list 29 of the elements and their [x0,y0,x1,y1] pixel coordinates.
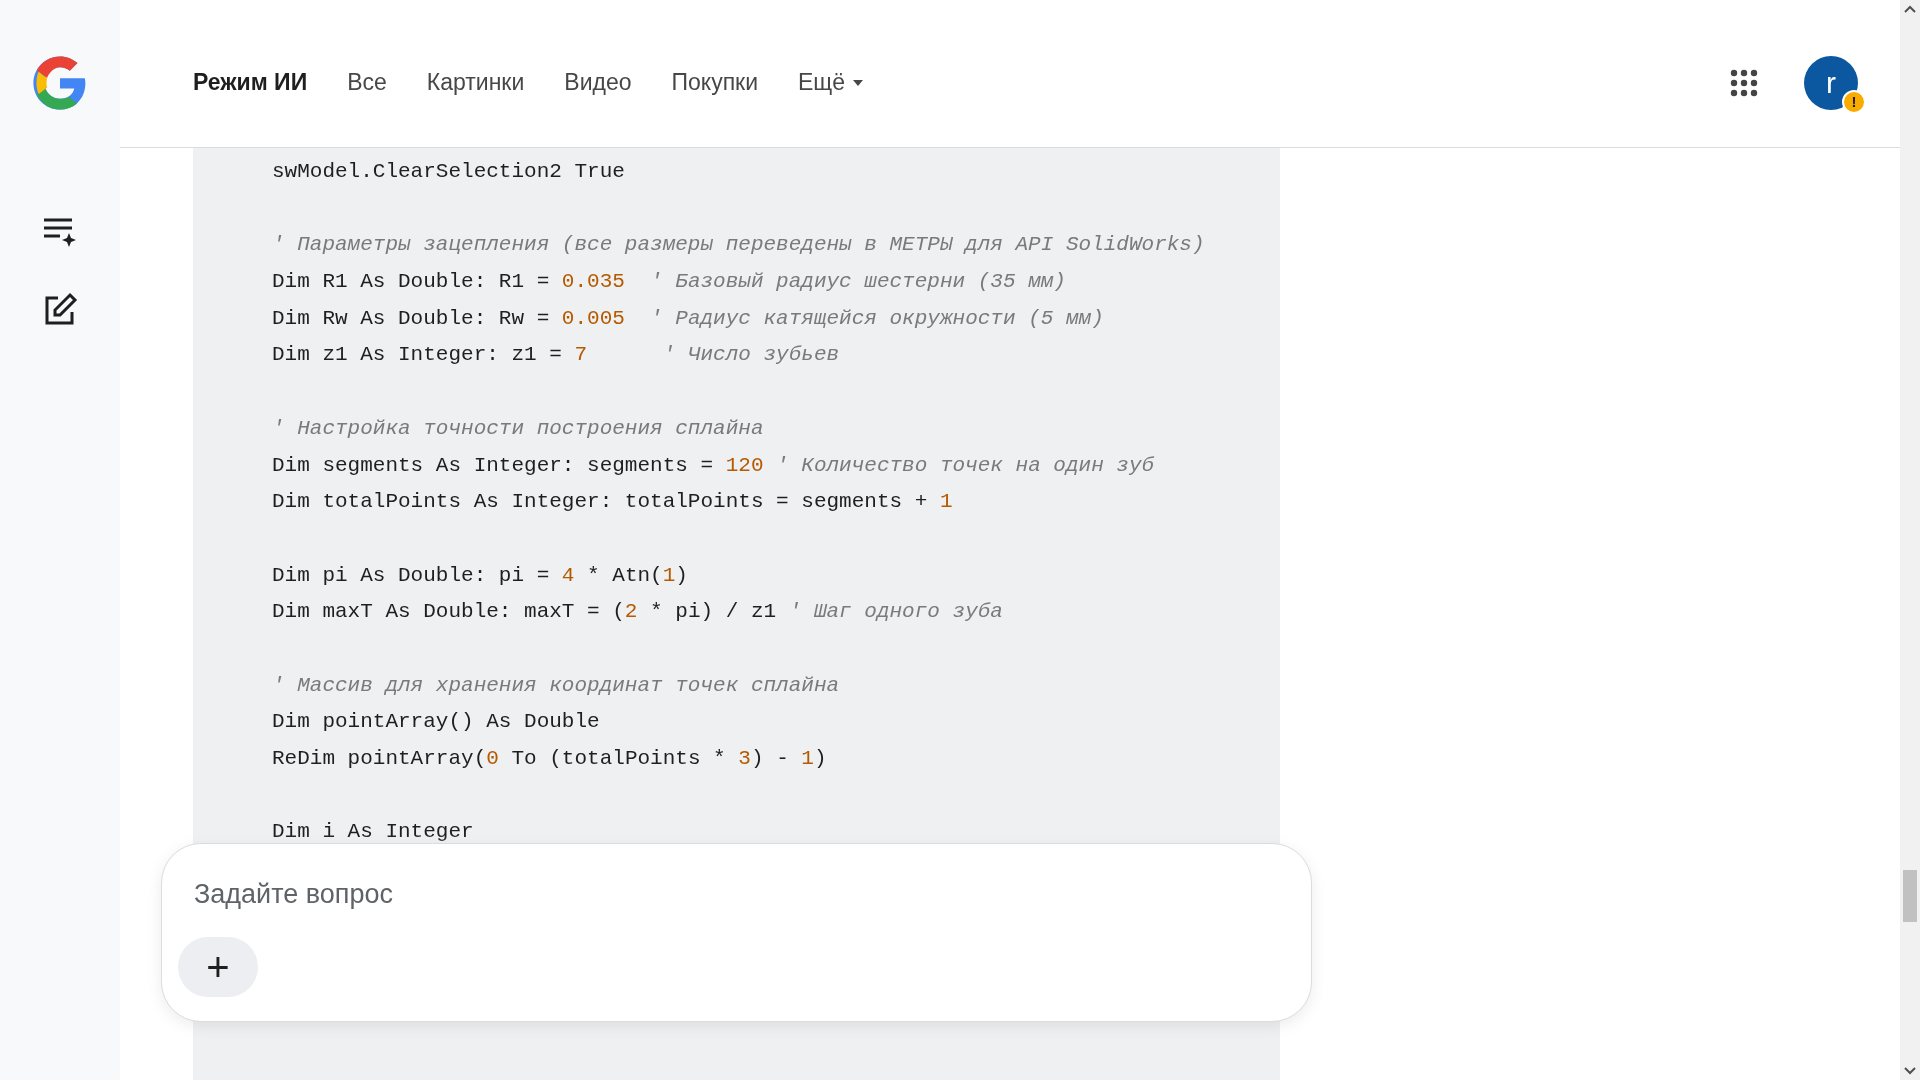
code-line: swModel.ClearSelection2 True [272,159,626,185]
nav-tab[interactable]: Ещё [798,65,864,100]
nav-tab[interactable]: Режим ИИ [193,65,308,100]
apps-grid-icon[interactable] [1730,68,1758,97]
caret-icon [853,79,864,86]
code-line: Dim pi As Double: pi = 4 * Atn(1) [272,562,689,589]
list-sparkle-icon[interactable] [42,216,78,248]
code-line: Dim Rw As Double: Rw = 0.005 ' Радиус катящейся окружности (5 мм) [272,305,1105,332]
code-line: Dim R1 As Double: R1 = 0.035 ' Базовый радиус шестерни (35 мм) [272,269,1067,296]
code-line: ' Настройка точности построения сплайна [272,415,765,442]
warning-badge: ! [1842,89,1866,114]
code-line: Dim pointArray() As Double [272,709,601,736]
code-line: Dim i As Integer [272,819,475,846]
code-line: Dim segments As Integer: segments = 120 ' Количество точек на один зуб [272,452,1156,479]
scroll-down-icon[interactable] [1904,1067,1916,1075]
scrollbar-thumb[interactable] [1903,870,1917,922]
code-line: Dim totalPoints As Integer: totalPoints = segments + 1 [272,489,954,516]
nav-tab[interactable]: Все [347,65,387,100]
add-button[interactable]: + [178,936,258,997]
question-input[interactable]: Задайте вопрос + [161,843,1312,1022]
code-line: ' Массив для хранения координат точек сплайна [272,672,841,699]
code-line: Dim z1 As Integer: z1 = 7 ' Число зубьев [272,342,841,369]
code-line: Dim maxT As Double: maxT = (2 * pi) / z1 ' Шаг одного зуба [272,599,1004,626]
nav-tab[interactable]: Картинки [426,65,525,100]
scroll-up-icon[interactable] [1904,5,1916,13]
code-line: ' Параметры зацепления (все размеры переведены в МЕТРЫ для API SolidWorks) [272,232,1206,259]
code-line: ReDim pointArray(0 To (totalPoints * 3) - 1) [272,746,828,772]
nav-tab[interactable]: Видео [564,65,632,100]
nav-tab[interactable]: Покупки [671,65,758,100]
